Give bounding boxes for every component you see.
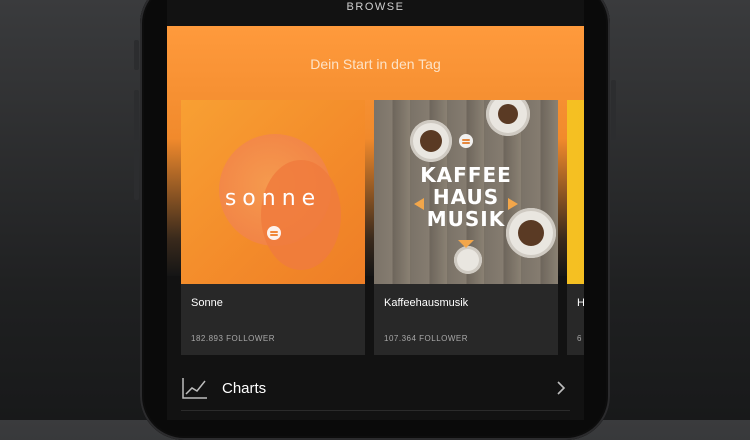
playlist-card-kaffeehausmusik[interactable]: KAFFEE HAUS MUSIK Kaffeehausmusik 107.36… — [374, 100, 558, 355]
playlist-name: Kaffeehausmusik — [384, 297, 469, 309]
playlist-card-sonne[interactable]: sonne Sonne 182.893 FOLLOWER — [181, 100, 365, 355]
divider — [181, 410, 570, 411]
phone-mute-switch — [134, 40, 139, 70]
spotify-logo-icon — [459, 134, 473, 148]
playlist-name: Sonne — [191, 297, 223, 309]
browse-row-charts[interactable]: Charts — [167, 368, 584, 410]
browse-row-label: Charts — [222, 380, 267, 397]
page-title: BROWSE — [346, 1, 405, 13]
phone-power-button — [611, 80, 616, 140]
playlist-followers: 107.364 FOLLOWER — [384, 334, 469, 343]
playlist-cover: sonne — [181, 100, 365, 284]
playlist-cover: KAFFEE HAUS MUSIK — [374, 100, 558, 284]
hero-title: Dein Start in den Tag — [310, 56, 441, 72]
playlist-cover — [567, 100, 584, 284]
cover-cup — [486, 100, 530, 136]
spotify-logo-icon — [267, 226, 281, 240]
cover-title: sonne — [224, 186, 322, 211]
chevron-right-icon — [557, 381, 566, 395]
playlist-name: H — [577, 297, 584, 309]
cover-shape — [261, 160, 341, 270]
phone-volume-down — [134, 150, 139, 200]
cover-title: KAFFEE HAUS MUSIK — [420, 163, 512, 231]
cover-cup — [410, 120, 452, 162]
playlist-card-partial[interactable]: H 6 — [567, 100, 584, 355]
cover-cup — [454, 246, 482, 274]
phone-volume-up — [134, 90, 139, 140]
chart-icon — [182, 378, 207, 399]
playlist-followers: 6 — [577, 334, 582, 343]
app-screen: BROWSE Dein Start in den Tag sonne Sonne… — [167, 0, 584, 420]
playlist-followers: 182.893 FOLLOWER — [191, 334, 276, 343]
